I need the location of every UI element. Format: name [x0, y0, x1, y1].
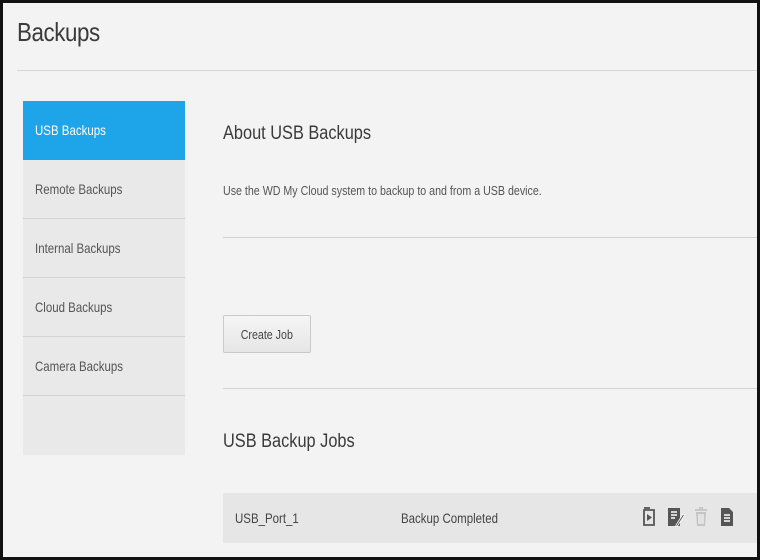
job-status: Backup Completed	[401, 510, 499, 526]
sidebar-item-label: Internal Backups	[35, 240, 121, 256]
section-divider	[223, 237, 757, 238]
delete-icon[interactable]	[691, 505, 711, 529]
jobs-title: USB Backup Jobs	[223, 431, 355, 452]
app-window: Backups USB Backups Remote Backups Inter…	[0, 0, 760, 560]
sidebar: USB Backups Remote Backups Internal Back…	[23, 101, 185, 455]
sidebar-item-cloud-backups[interactable]: Cloud Backups	[23, 278, 185, 337]
about-description: Use the WD My Cloud system to backup to …	[223, 183, 542, 198]
job-name: USB_Port_1	[235, 510, 299, 526]
sidebar-item-usb-backups[interactable]: USB Backups	[23, 101, 185, 160]
edit-icon[interactable]	[665, 505, 685, 529]
page-title: Backups	[17, 17, 100, 47]
sidebar-item-label: Cloud Backups	[35, 299, 113, 315]
restore-icon[interactable]	[639, 505, 659, 529]
details-icon[interactable]	[717, 505, 737, 529]
table-row[interactable]: USB_Port_1 Backup Completed	[223, 493, 757, 543]
sidebar-item-label: USB Backups	[35, 122, 106, 138]
job-actions	[639, 505, 737, 529]
create-job-button[interactable]: Create Job	[223, 315, 311, 353]
sidebar-item-camera-backups[interactable]: Camera Backups	[23, 337, 185, 396]
sidebar-item-label: Camera Backups	[35, 358, 124, 374]
sidebar-item-remote-backups[interactable]: Remote Backups	[23, 160, 185, 219]
sidebar-item-internal-backups[interactable]: Internal Backups	[23, 219, 185, 278]
title-divider	[17, 70, 757, 71]
sidebar-item-label: Remote Backups	[35, 181, 123, 197]
create-job-label: Create Job	[240, 326, 294, 342]
about-title: About USB Backups	[223, 123, 372, 144]
section-divider	[223, 388, 757, 389]
